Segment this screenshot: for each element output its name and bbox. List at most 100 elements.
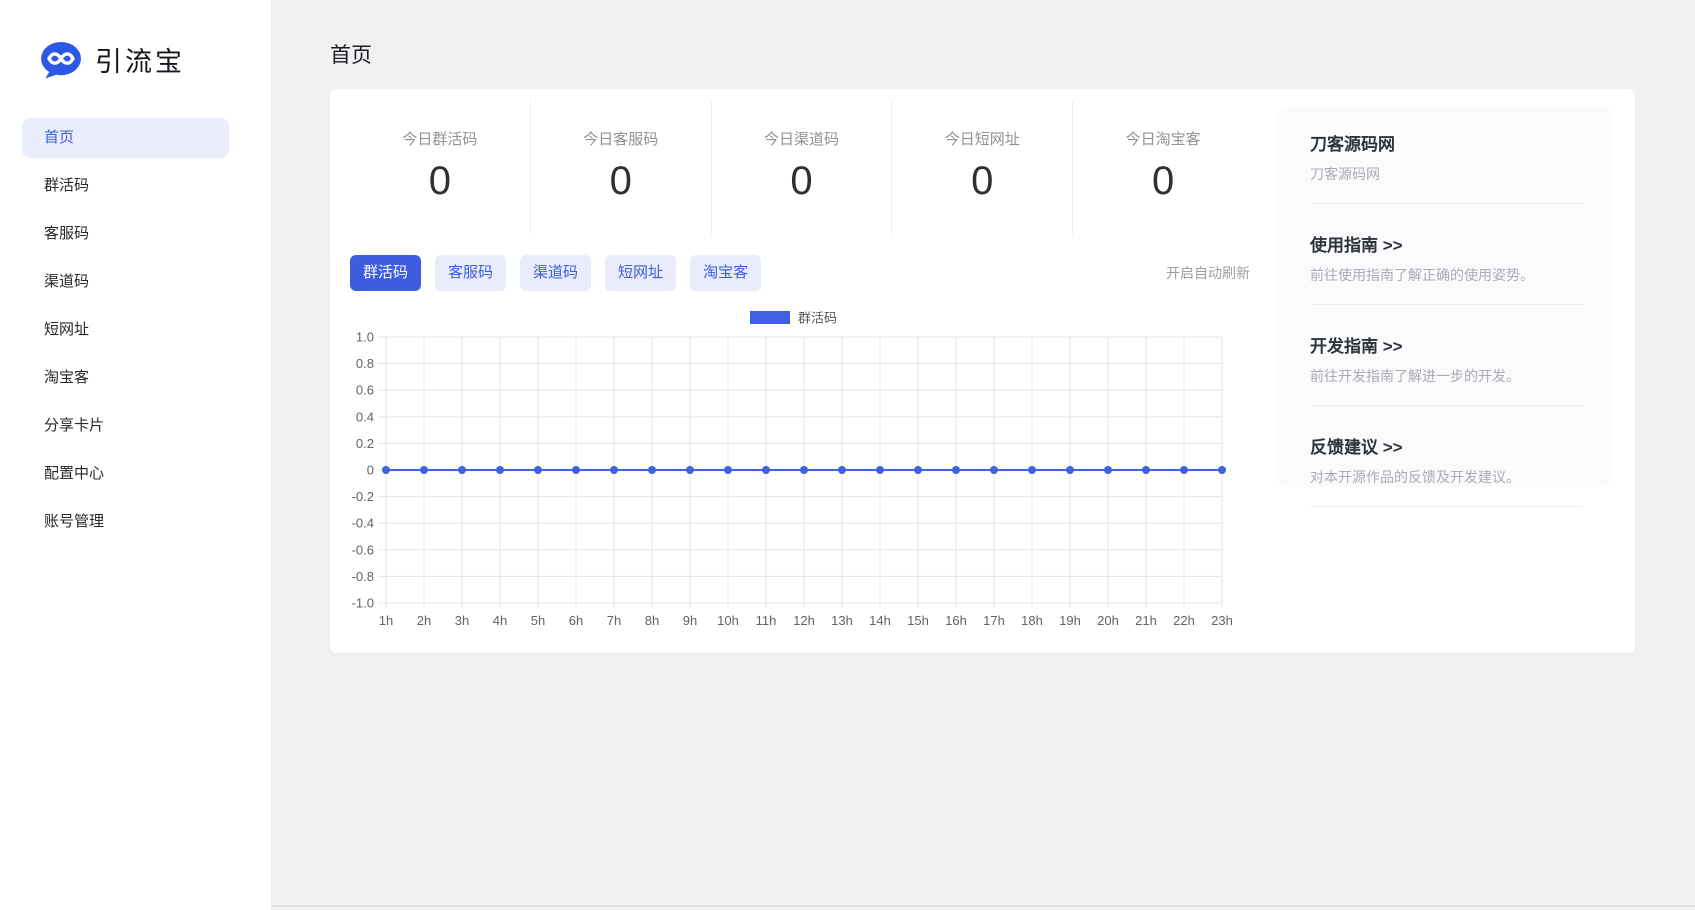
panel-section-source-site: 刀客源码网 刀客源码网 <box>1277 134 1613 204</box>
sidebar-item-taobaoke[interactable]: 淘宝客 <box>22 358 229 398</box>
svg-text:16h: 16h <box>945 613 967 628</box>
stat-value: 0 <box>531 159 711 204</box>
sidebar-item-group-qr[interactable]: 群活码 <box>22 166 229 206</box>
tab-label: 淘宝客 <box>703 264 748 281</box>
tab-label: 短网址 <box>618 264 663 281</box>
tab-short-url[interactable]: 短网址 <box>605 255 676 291</box>
sidebar-item-config-center[interactable]: 配置中心 <box>22 454 229 494</box>
stat-value: 0 <box>1073 159 1253 204</box>
svg-text:10h: 10h <box>717 613 739 628</box>
app-logo: 引流宝 <box>40 40 185 79</box>
divider <box>1310 506 1583 507</box>
tab-label: 群活码 <box>363 264 408 281</box>
stat-value: 0 <box>350 159 530 204</box>
svg-text:0.2: 0.2 <box>356 436 374 451</box>
svg-text:0.8: 0.8 <box>356 356 374 371</box>
sidebar-item-account-management[interactable]: 账号管理 <box>22 502 229 542</box>
divider <box>1310 304 1583 305</box>
auto-refresh-toggle[interactable]: 开启自动刷新 <box>1166 263 1250 283</box>
svg-text:0.4: 0.4 <box>356 409 374 424</box>
stat-label: 今日渠道码 <box>712 128 892 149</box>
svg-text:-1.0: -1.0 <box>352 596 374 611</box>
stat-today-group-qr: 今日群活码 0 <box>350 100 531 235</box>
svg-text:-0.6: -0.6 <box>352 542 374 557</box>
line-chart-svg: 1.0 0.8 0.6 0.4 0.2 0 -0.2 -0.4 -0.6 -0.8 -1.0 1h 2h… <box>330 299 1280 644</box>
svg-text:11h: 11h <box>756 613 777 628</box>
panel-section-desc: 对本开源作品的反馈及开发建议。 <box>1310 468 1583 487</box>
svg-text:-0.4: -0.4 <box>352 516 374 531</box>
sidebar-item-channel-qr[interactable]: 渠道码 <box>22 262 229 302</box>
panel-section-title[interactable]: 开发指南 >> <box>1310 336 1583 358</box>
stat-label: 今日客服码 <box>531 128 711 149</box>
svg-text:19h: 19h <box>1059 613 1081 628</box>
svg-text:0: 0 <box>367 463 374 478</box>
svg-text:8h: 8h <box>645 613 659 628</box>
panel-section-dev-guide: 开发指南 >> 前往开发指南了解进一步的开发。 <box>1277 336 1613 406</box>
svg-text:14h: 14h <box>869 613 891 628</box>
svg-text:7h: 7h <box>607 613 621 628</box>
svg-text:-0.2: -0.2 <box>352 489 374 504</box>
sidebar-item-label: 账号管理 <box>44 513 104 530</box>
panel-section-desc: 前往开发指南了解进一步的开发。 <box>1310 367 1583 386</box>
svg-text:群活码: 群活码 <box>798 311 837 326</box>
bottom-scroll-track <box>272 905 1695 907</box>
panel-section-desc: 前往使用指南了解正确的使用姿势。 <box>1310 266 1583 285</box>
stat-label: 今日群活码 <box>350 128 530 149</box>
svg-text:6h: 6h <box>569 613 583 628</box>
panel-section-desc: 刀客源码网 <box>1310 165 1583 184</box>
sidebar-item-home[interactable]: 首页 <box>22 118 229 158</box>
divider <box>1310 405 1583 406</box>
stats-row: 今日群活码 0 今日客服码 0 今日渠道码 0 今日短网址 0 今日淘宝客 0 <box>350 100 1253 235</box>
stat-label: 今日淘宝客 <box>1073 128 1253 149</box>
sidebar-item-service-qr[interactable]: 客服码 <box>22 214 229 254</box>
stat-today-service-qr: 今日客服码 0 <box>531 100 712 235</box>
sidebar-item-share-card[interactable]: 分享卡片 <box>22 406 229 446</box>
svg-text:-0.8: -0.8 <box>352 569 374 584</box>
svg-text:9h: 9h <box>683 613 697 628</box>
panel-section-title[interactable]: 刀客源码网 <box>1310 134 1583 156</box>
svg-text:0.6: 0.6 <box>356 383 374 398</box>
tab-service-qr[interactable]: 客服码 <box>435 255 506 291</box>
svg-text:21h: 21h <box>1135 613 1157 628</box>
sidebar-item-label: 分享卡片 <box>44 417 104 434</box>
sidebar-item-label: 短网址 <box>44 321 89 338</box>
info-panel: 刀客源码网 刀客源码网 使用指南 >> 前往使用指南了解正确的使用姿势。 开发指… <box>1277 106 1613 487</box>
sidebar-item-label: 淘宝客 <box>44 369 89 386</box>
svg-text:13h: 13h <box>831 613 853 628</box>
panel-section-usage-guide: 使用指南 >> 前往使用指南了解正确的使用姿势。 <box>1277 235 1613 305</box>
stat-value: 0 <box>712 159 892 204</box>
app-root: 引流宝 首页 群活码 客服码 渠道码 短网址 淘宝客 分享卡片 配置中心 账号管… <box>0 0 1695 910</box>
tab-channel-qr[interactable]: 渠道码 <box>520 255 591 291</box>
sidebar-menu: 首页 群活码 客服码 渠道码 短网址 淘宝客 分享卡片 配置中心 账号管理 <box>0 118 271 550</box>
sidebar-item-label: 配置中心 <box>44 465 104 482</box>
tab-group-qr[interactable]: 群活码 <box>350 255 421 291</box>
sidebar-item-label: 客服码 <box>44 225 89 242</box>
sidebar: 引流宝 首页 群活码 客服码 渠道码 短网址 淘宝客 分享卡片 配置中心 账号管… <box>0 0 272 910</box>
svg-text:1.0: 1.0 <box>356 330 374 345</box>
svg-text:4h: 4h <box>493 613 507 628</box>
divider <box>1310 203 1583 204</box>
svg-text:17h: 17h <box>983 613 1005 628</box>
chart-tabs-row: 群活码 客服码 渠道码 短网址 淘宝客 开启自动刷新 <box>350 255 1250 291</box>
stat-value: 0 <box>892 159 1072 204</box>
sidebar-item-short-url[interactable]: 短网址 <box>22 310 229 350</box>
svg-text:12h: 12h <box>793 613 815 628</box>
svg-text:3h: 3h <box>455 613 469 628</box>
stat-today-taobaoke: 今日淘宝客 0 <box>1073 100 1253 235</box>
tab-taobaoke[interactable]: 淘宝客 <box>690 255 761 291</box>
panel-section-title[interactable]: 反馈建议 >> <box>1310 437 1583 459</box>
sidebar-item-label: 群活码 <box>44 177 89 194</box>
svg-text:20h: 20h <box>1097 613 1119 628</box>
line-chart: 1.0 0.8 0.6 0.4 0.2 0 -0.2 -0.4 -0.6 -0.8 -1.0 1h 2h… <box>330 299 1280 644</box>
svg-text:22h: 22h <box>1173 613 1195 628</box>
panel-section-feedback: 反馈建议 >> 对本开源作品的反馈及开发建议。 <box>1277 437 1613 507</box>
tab-label: 渠道码 <box>533 264 578 281</box>
svg-text:5h: 5h <box>531 613 545 628</box>
sidebar-item-label: 渠道码 <box>44 273 89 290</box>
svg-text:1h: 1h <box>379 613 393 628</box>
app-title: 引流宝 <box>95 40 185 79</box>
panel-section-title[interactable]: 使用指南 >> <box>1310 235 1583 257</box>
svg-text:2h: 2h <box>417 613 431 628</box>
sidebar-item-label: 首页 <box>44 129 74 146</box>
page-title: 首页 <box>330 39 372 69</box>
